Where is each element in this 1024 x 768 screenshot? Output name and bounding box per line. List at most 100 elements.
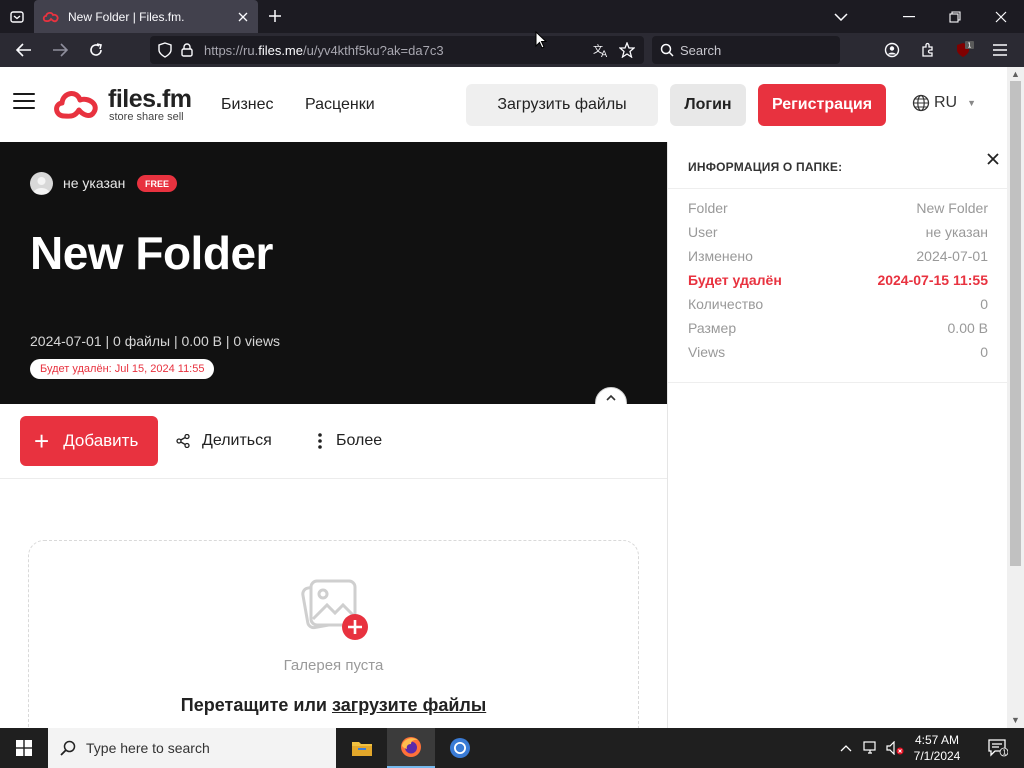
plan-badge: FREE: [137, 175, 178, 192]
files-fm-logo[interactable]: files.fm store share sell: [52, 85, 202, 125]
language-selector[interactable]: RU ▼: [912, 94, 976, 112]
share-button[interactable]: Делиться: [176, 432, 272, 450]
reload-icon[interactable]: [82, 37, 110, 63]
drag-drop-text: Перетащите или загрузите файлы: [180, 695, 487, 715]
extensions-puzzle-icon[interactable]: [914, 37, 942, 63]
cloud-logo-icon: [54, 91, 98, 119]
notification-center-icon[interactable]: 1: [978, 728, 1018, 768]
info-panel-heading: ИНФОРМАЦИЯ О ПАПКЕ:: [688, 160, 843, 174]
page-scrollbar[interactable]: ▲ ▼: [1007, 67, 1024, 728]
scrollbar-thumb[interactable]: [1010, 81, 1021, 566]
folder-toolbar: + Добавить Делиться Более: [0, 404, 667, 479]
webpage: files.fm store share sell Бизнес Расценк…: [0, 67, 1007, 728]
logo-tagline: store share sell: [109, 111, 184, 123]
folder-title: New Folder: [30, 227, 273, 279]
svg-text:1: 1: [967, 42, 971, 50]
windows-start-icon[interactable]: [0, 728, 48, 768]
folder-info-panel: ИНФОРМАЦИЯ О ПАПКЕ: Folder New Folder Use…: [667, 142, 1007, 728]
register-button[interactable]: Регистрация: [758, 84, 886, 126]
close-panel-icon[interactable]: [983, 149, 1003, 169]
forward-arrow-icon[interactable]: [46, 37, 74, 63]
add-button[interactable]: + Добавить: [20, 416, 158, 466]
share-icon: [176, 434, 190, 448]
screen: New Folder | Files.fm. https://ru.files.…: [0, 0, 1024, 768]
file-explorer-icon[interactable]: [338, 728, 386, 768]
browser-search-placeholder: Search: [680, 42, 722, 58]
network-icon[interactable]: [860, 728, 882, 768]
upload-dropzone[interactable]: Галерея пуста Перетащите или загрузите ф…: [28, 540, 639, 728]
taskbar-clock[interactable]: 4:57 AM 7/1/2024: [902, 732, 972, 764]
account-icon[interactable]: [878, 37, 906, 63]
app-menu-hamburger-icon[interactable]: [986, 37, 1014, 63]
tab-overflow-chevron-icon[interactable]: [818, 0, 864, 33]
upload-files-button[interactable]: Загрузить файлы: [466, 84, 658, 126]
upload-files-link[interactable]: загрузите файлы: [332, 695, 486, 715]
files-fm-favicon-icon: [42, 11, 59, 22]
share-label: Делиться: [202, 432, 272, 449]
gallery-empty-text: Галерея пуста: [283, 657, 384, 674]
info-row-deletion: Будет удалён 2024-07-15 11:55: [688, 272, 988, 288]
clock-date: 7/1/2024: [913, 749, 961, 763]
browser-toolbar: https://ru.files.me/u/yv4kthf5ku?ak=da7c…: [0, 33, 1024, 67]
taskbar-search-placeholder: Type here to search: [86, 740, 210, 756]
owner-name[interactable]: не указан: [63, 175, 125, 191]
caret-down-icon: ▼: [967, 98, 977, 108]
globe-icon: [912, 94, 930, 112]
divider: [668, 382, 1007, 383]
info-row-size: Размер 0.00 B: [688, 320, 988, 336]
ublock-origin-icon[interactable]: 1: [950, 37, 978, 63]
empty-gallery-icon: [301, 579, 368, 640]
address-bar[interactable]: https://ru.files.me/u/yv4kthf5ku?ak=da7c…: [150, 36, 644, 64]
firefox-taskbar-icon[interactable]: [387, 728, 435, 768]
close-window-icon[interactable]: [978, 0, 1024, 33]
tracking-protection-shield-icon[interactable]: [154, 39, 176, 61]
info-row-modified: Изменено 2024-07-01: [688, 248, 988, 264]
more-button[interactable]: Более: [318, 432, 382, 450]
avatar[interactable]: [30, 172, 53, 195]
menu-hamburger-icon[interactable]: [13, 93, 35, 115]
nav-link-business[interactable]: Бизнес: [221, 96, 274, 114]
svg-text:A: A: [601, 50, 608, 58]
add-button-label: Добавить: [63, 431, 139, 450]
folder-meta: 2024-07-01 | 0 файлы | 0.00 B | 0 views: [30, 333, 281, 349]
browser-search-box[interactable]: Search: [652, 36, 840, 64]
close-tab-icon[interactable]: [232, 6, 254, 28]
more-label: Более: [336, 432, 383, 449]
site-header: files.fm store share sell Бизнес Расценк…: [0, 67, 1007, 142]
list-all-tabs-icon[interactable]: [4, 4, 30, 30]
chrome-taskbar-icon[interactable]: [436, 728, 484, 768]
windows-taskbar: Type here to search 4:57 AM 7/1/2024 1: [0, 728, 1024, 768]
browser-tab-title: New Folder | Files.fm.: [68, 9, 185, 24]
divider: [668, 188, 1007, 189]
restore-window-icon[interactable]: [932, 0, 978, 33]
plus-icon: +: [34, 426, 50, 456]
bookmark-star-icon[interactable]: [616, 39, 638, 61]
search-icon: [660, 43, 674, 57]
info-row-folder: Folder New Folder: [688, 200, 988, 216]
info-row-user: User не указан: [688, 224, 988, 240]
info-row-views: Views 0: [688, 344, 988, 360]
more-vertical-icon: [318, 433, 322, 449]
lock-icon[interactable]: [176, 39, 198, 61]
language-code: RU: [934, 94, 958, 111]
svg-text:1: 1: [1002, 749, 1006, 757]
clock-time: 4:57 AM: [914, 733, 960, 747]
new-tab-icon[interactable]: [264, 5, 286, 27]
minimize-window-icon[interactable]: [886, 0, 932, 33]
mouse-cursor-icon: [535, 31, 547, 49]
nav-link-pricing[interactable]: Расценки: [305, 96, 375, 114]
search-icon: [60, 740, 76, 756]
tray-overflow-chevron-icon[interactable]: [836, 728, 856, 768]
taskbar-search-box[interactable]: Type here to search: [48, 728, 336, 768]
browser-tab-bar: New Folder | Files.fm.: [0, 0, 1024, 33]
back-arrow-icon[interactable]: [10, 37, 38, 63]
logo-wordmark: files.fm: [108, 85, 192, 113]
deletion-badge: Будет удалён: Jul 15, 2024 11:55: [30, 359, 215, 379]
scroll-down-arrow-icon[interactable]: ▼: [1011, 715, 1020, 725]
scroll-up-arrow-icon[interactable]: ▲: [1011, 69, 1020, 79]
folder-hero: не указан FREE New Folder 2024-07-01 | 0…: [0, 142, 667, 404]
url-text[interactable]: https://ru.files.me/u/yv4kthf5ku?ak=da7c…: [204, 43, 586, 58]
browser-tab-active[interactable]: New Folder | Files.fm.: [34, 0, 258, 33]
translate-icon[interactable]: 文A: [590, 39, 612, 61]
login-button[interactable]: Логин: [670, 84, 746, 126]
